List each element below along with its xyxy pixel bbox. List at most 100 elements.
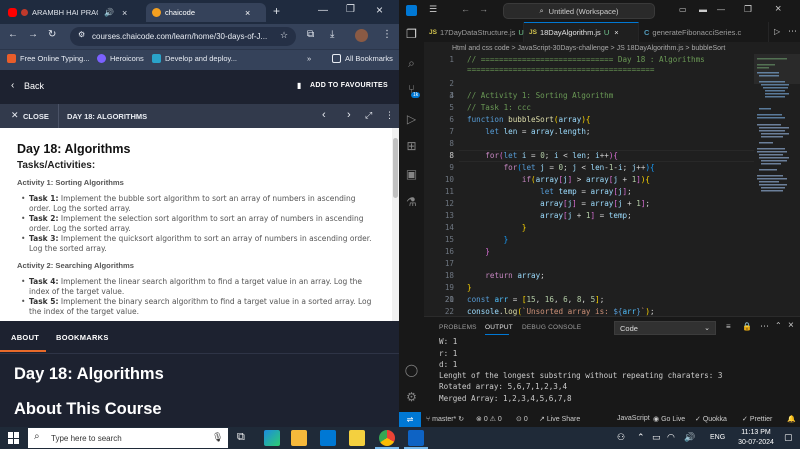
close-button[interactable]: CLOSE xyxy=(23,112,49,121)
extensions-icon[interactable]: ⊞ xyxy=(404,139,419,154)
store-icon[interactable] xyxy=(291,430,307,446)
chevron-right-icon[interactable]: » xyxy=(307,54,311,63)
run-icon[interactable]: ▷ xyxy=(774,27,780,36)
profile-avatar[interactable] xyxy=(355,29,368,42)
star-icon[interactable]: ☆ xyxy=(280,30,288,41)
nav-back-icon[interactable]: ← xyxy=(461,4,470,14)
tab-output[interactable]: OUTPUT xyxy=(485,324,513,331)
nav-forward-icon[interactable]: → xyxy=(479,4,488,14)
clock-date[interactable]: 30-07-2024 xyxy=(733,439,779,446)
remote-explorer-icon[interactable]: ▣ xyxy=(404,167,419,182)
bookmark-item[interactable]: Heroicons xyxy=(97,54,144,63)
next-lesson-icon[interactable]: › xyxy=(347,109,351,121)
close-panel-icon[interactable]: × xyxy=(788,320,794,331)
microphone-icon[interactable]: 🎙 xyxy=(212,432,223,443)
site-info-icon[interactable]: ⚙ xyxy=(78,30,85,39)
account-icon[interactable]: ◯ xyxy=(404,363,419,378)
all-bookmarks[interactable]: All Bookmarks xyxy=(332,54,393,63)
new-tab-icon[interactable]: + xyxy=(273,4,280,18)
chevron-left-icon[interactable]: ‹ xyxy=(11,80,14,91)
minimize-icon[interactable]: — xyxy=(318,5,328,16)
tab-18DayAlgorithm[interactable]: JS 18DayAlgorithm.js U × xyxy=(524,22,639,42)
problems-status[interactable]: ⊗ 0 ⚠ 0 xyxy=(476,415,502,423)
volume-icon[interactable]: 🔊 xyxy=(684,432,695,443)
add-to-favourites-button[interactable]: ADD TO FAVOURITES xyxy=(310,82,388,89)
output-channel-select[interactable]: Code ⌄ xyxy=(614,321,716,335)
language-mode[interactable]: JavaScript xyxy=(617,415,650,422)
layout-panel-icon[interactable]: ▬ xyxy=(699,5,707,14)
run-debug-icon[interactable]: ▷ xyxy=(404,112,419,127)
download-icon[interactable]: ⤓ xyxy=(330,29,334,40)
reload-icon[interactable]: ↻ xyxy=(48,29,56,40)
gear-icon[interactable]: ⚙ xyxy=(404,390,419,405)
explorer-icon[interactable]: ❐ xyxy=(404,27,419,42)
go-live-status[interactable]: ◉ Go Live xyxy=(653,415,685,423)
branch-status[interactable]: ⑂ master* ↻ xyxy=(426,415,464,423)
chrome-icon[interactable] xyxy=(379,430,395,446)
maximize-panel-icon[interactable]: ⌃ xyxy=(775,321,782,330)
menu-icon[interactable]: ☰ xyxy=(429,4,437,15)
quokka-status[interactable]: ✓ Quokka xyxy=(695,415,727,423)
notifications-icon[interactable]: 🔔 xyxy=(787,415,796,423)
clock-time[interactable]: 11:13 PM xyxy=(735,429,777,436)
close-tab-icon[interactable]: × xyxy=(122,8,127,18)
wifi-icon[interactable]: ◠ xyxy=(667,432,675,443)
more-actions-icon[interactable]: ⋯ xyxy=(788,26,797,37)
close-window-icon[interactable]: × xyxy=(775,3,781,15)
bookmark-icon[interactable]: ▮ xyxy=(297,81,301,90)
tab-problems[interactable]: PROBLEMS xyxy=(439,324,477,331)
notification-center-icon[interactable]: ▢ xyxy=(784,432,793,443)
forward-arrow-icon[interactable]: → xyxy=(28,29,38,40)
menu-dots-icon[interactable]: ⋮ xyxy=(382,29,392,40)
more-actions-icon[interactable]: ⋯ xyxy=(760,321,769,332)
lesson-scrollbar[interactable] xyxy=(392,128,399,321)
battery-icon[interactable]: ▭ xyxy=(652,432,661,443)
address-bar[interactable]: ⚙ courses.chaicode.com/learn/home/30-day… xyxy=(70,27,296,46)
prettier-status[interactable]: ✓ Prettier xyxy=(742,415,772,423)
tab-bookmarks[interactable]: BOOKMARKS xyxy=(56,333,109,342)
close-icon[interactable]: ✕ xyxy=(11,110,19,121)
close-window-icon[interactable]: × xyxy=(376,3,383,17)
more-options-icon[interactable]: ⋮ xyxy=(385,110,394,121)
code-editor[interactable]: 1// ============================= Day 18… xyxy=(424,54,754,316)
extension-icon[interactable]: ⧉ xyxy=(307,29,314,40)
layout-icon[interactable]: ▭ xyxy=(679,5,687,14)
back-arrow-icon[interactable]: ← xyxy=(8,29,18,40)
restore-icon[interactable]: ❐ xyxy=(744,4,752,15)
restore-icon[interactable]: ❐ xyxy=(346,4,355,15)
browser-tab-youtube[interactable]: ARAMBH HAI PRACHA 🔊 × xyxy=(2,3,143,22)
minimap[interactable] xyxy=(754,54,800,316)
expand-icon[interactable]: ⤢ xyxy=(365,110,372,121)
tab-debug-console[interactable]: DEBUG CONSOLE xyxy=(522,324,581,331)
bookmark-item[interactable]: Free Online Typing... xyxy=(7,54,89,63)
windows-start-icon[interactable] xyxy=(8,432,20,444)
bookmark-item[interactable]: Develop and deploy... xyxy=(152,54,237,63)
command-center[interactable]: ⌕ Untitled (Workspace) xyxy=(503,3,655,19)
tab-generateFibonacciSeries[interactable]: C generateFibonacciSeries.c xyxy=(639,22,769,42)
tray-chevron-icon[interactable]: ⌃ xyxy=(637,432,645,443)
tab-about[interactable]: ABOUT xyxy=(11,333,39,342)
ports-status[interactable]: ⊙ 0 xyxy=(516,415,528,423)
language-indicator[interactable]: ENG xyxy=(710,434,725,441)
lock-scroll-icon[interactable]: 🔒 xyxy=(742,322,752,331)
browser-tab-chaicode[interactable]: chaicode × xyxy=(146,3,266,22)
close-tab-icon[interactable]: × xyxy=(245,8,250,18)
live-share-status[interactable]: ↗ Live Share xyxy=(539,415,580,423)
filter-lines-icon[interactable]: ≡ xyxy=(726,322,731,331)
edge-icon[interactable] xyxy=(264,430,280,446)
back-button[interactable]: Back xyxy=(24,81,44,91)
task-view-icon[interactable]: ⧉ xyxy=(237,431,245,444)
file-explorer-icon[interactable] xyxy=(349,430,365,446)
testing-icon[interactable]: ⚗ xyxy=(404,195,419,210)
remote-indicator-icon[interactable]: ⇌ xyxy=(399,412,421,427)
close-tab-icon[interactable]: × xyxy=(614,28,618,37)
taskbar-search-box[interactable]: ⌕ Type here to search 🎙 xyxy=(28,428,228,448)
breadcrumb[interactable]: Html and css code > JavaScript-30Days-ch… xyxy=(424,42,800,54)
vscode-taskbar-icon[interactable] xyxy=(408,430,424,446)
speaker-icon[interactable]: 🔊 xyxy=(104,8,114,17)
mail-icon[interactable] xyxy=(320,430,336,446)
people-icon[interactable]: ⚇ xyxy=(617,432,625,443)
minimize-icon[interactable]: — xyxy=(717,5,725,14)
tab-17DayDataStructure[interactable]: JS 17DayDataStructure.js U xyxy=(424,22,524,42)
search-icon[interactable]: ⌕ xyxy=(404,56,419,71)
